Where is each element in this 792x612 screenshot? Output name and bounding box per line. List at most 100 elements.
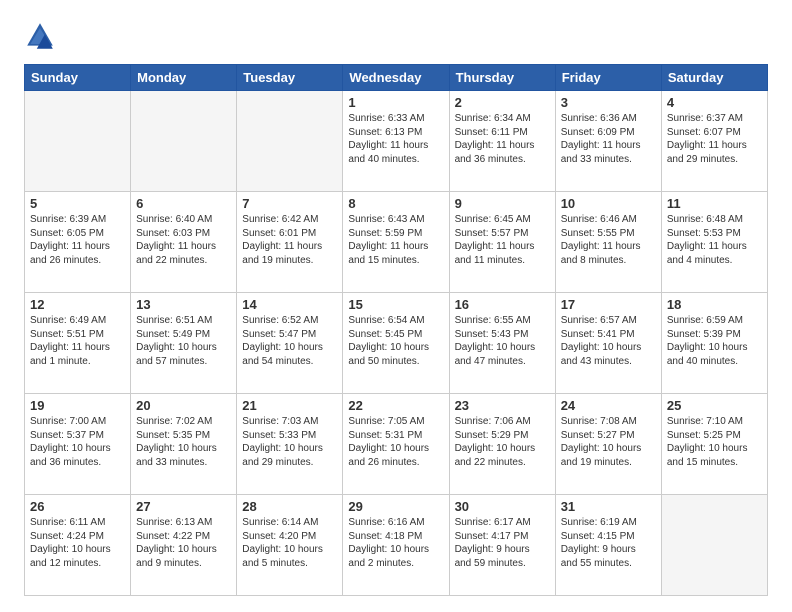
day-info: Sunrise: 6:33 AM Sunset: 6:13 PM Dayligh… <box>348 112 443 166</box>
day-info: Sunrise: 6:45 AM Sunset: 5:57 PM Dayligh… <box>455 213 550 267</box>
day-number: 10 <box>561 196 656 211</box>
weekday-tuesday: Tuesday <box>237 65 343 91</box>
calendar-cell: 29 Sunrise: 6:16 AM Sunset: 4:18 PM Dayli… <box>343 495 449 596</box>
day-info: Sunrise: 6:39 AM Sunset: 6:05 PM Dayligh… <box>30 213 125 267</box>
day-number: 5 <box>30 196 125 211</box>
calendar-cell: 18 Sunrise: 6:59 AM Sunset: 5:39 PM Dayli… <box>661 293 767 394</box>
day-number: 6 <box>136 196 231 211</box>
calendar-cell: 26 Sunrise: 6:11 AM Sunset: 4:24 PM Dayli… <box>25 495 131 596</box>
day-number: 20 <box>136 398 231 413</box>
calendar-cell: 6 Sunrise: 6:40 AM Sunset: 6:03 PM Daylig… <box>131 192 237 293</box>
day-info: Sunrise: 7:05 AM Sunset: 5:31 PM Dayligh… <box>348 415 443 469</box>
calendar-cell: 2Sunrise: 6:34 AM Sunset: 6:11 PM Daylig… <box>449 91 555 192</box>
day-number: 14 <box>242 297 337 312</box>
calendar-cell: 8Sunrise: 6:43 AM Sunset: 5:59 PM Daylig… <box>343 192 449 293</box>
calendar-cell: 7 Sunrise: 6:42 AM Sunset: 6:01 PM Daylig… <box>237 192 343 293</box>
day-info: Sunrise: 6:57 AM Sunset: 5:41 PM Dayligh… <box>561 314 656 368</box>
day-info: Sunrise: 6:11 AM Sunset: 4:24 PM Dayligh… <box>30 516 125 570</box>
day-info: Sunrise: 6:17 AM Sunset: 4:17 PM Dayligh… <box>455 516 550 570</box>
calendar-cell: 1 Sunrise: 6:33 AM Sunset: 6:13 PM Daylig… <box>343 91 449 192</box>
day-number: 21 <box>242 398 337 413</box>
day-info: Sunrise: 6:42 AM Sunset: 6:01 PM Dayligh… <box>242 213 337 267</box>
day-info: Sunrise: 6:14 AM Sunset: 4:20 PM Dayligh… <box>242 516 337 570</box>
calendar-cell: 4 Sunrise: 6:37 AM Sunset: 6:07 PM Daylig… <box>661 91 767 192</box>
calendar-cell: 13 Sunrise: 6:51 AM Sunset: 5:49 PM Dayli… <box>131 293 237 394</box>
calendar-cell: 19 Sunrise: 7:00 AM Sunset: 5:37 PM Dayli… <box>25 394 131 495</box>
day-info: Sunrise: 7:03 AM Sunset: 5:33 PM Dayligh… <box>242 415 337 469</box>
day-number: 7 <box>242 196 337 211</box>
day-info: Sunrise: 7:00 AM Sunset: 5:37 PM Dayligh… <box>30 415 125 469</box>
weekday-sunday: Sunday <box>25 65 131 91</box>
day-number: 25 <box>667 398 762 413</box>
weekday-saturday: Saturday <box>661 65 767 91</box>
logo <box>24 20 60 52</box>
calendar-cell: 14 Sunrise: 6:52 AM Sunset: 5:47 PM Dayli… <box>237 293 343 394</box>
day-info: Sunrise: 6:16 AM Sunset: 4:18 PM Dayligh… <box>348 516 443 570</box>
day-number: 19 <box>30 398 125 413</box>
day-number: 16 <box>455 297 550 312</box>
calendar-cell: 25 Sunrise: 7:10 AM Sunset: 5:25 PM Dayli… <box>661 394 767 495</box>
day-info: Sunrise: 7:02 AM Sunset: 5:35 PM Dayligh… <box>136 415 231 469</box>
header <box>24 20 768 52</box>
week-row-2: 5 Sunrise: 6:39 AM Sunset: 6:05 PM Daylig… <box>25 192 768 293</box>
week-row-1: 1 Sunrise: 6:33 AM Sunset: 6:13 PM Daylig… <box>25 91 768 192</box>
day-number: 4 <box>667 95 762 110</box>
day-info: Sunrise: 6:19 AM Sunset: 4:15 PM Dayligh… <box>561 516 656 570</box>
day-number: 22 <box>348 398 443 413</box>
weekday-thursday: Thursday <box>449 65 555 91</box>
day-number: 1 <box>348 95 443 110</box>
day-number: 26 <box>30 499 125 514</box>
calendar-cell: 17 Sunrise: 6:57 AM Sunset: 5:41 PM Dayli… <box>555 293 661 394</box>
calendar-cell: 16 Sunrise: 6:55 AM Sunset: 5:43 PM Dayli… <box>449 293 555 394</box>
day-info: Sunrise: 6:40 AM Sunset: 6:03 PM Dayligh… <box>136 213 231 267</box>
week-row-4: 19 Sunrise: 7:00 AM Sunset: 5:37 PM Dayli… <box>25 394 768 495</box>
day-info: Sunrise: 6:48 AM Sunset: 5:53 PM Dayligh… <box>667 213 762 267</box>
calendar-cell <box>661 495 767 596</box>
day-number: 28 <box>242 499 337 514</box>
day-info: Sunrise: 6:37 AM Sunset: 6:07 PM Dayligh… <box>667 112 762 166</box>
calendar-cell: 23 Sunrise: 7:06 AM Sunset: 5:29 PM Dayli… <box>449 394 555 495</box>
day-number: 12 <box>30 297 125 312</box>
day-info: Sunrise: 7:06 AM Sunset: 5:29 PM Dayligh… <box>455 415 550 469</box>
calendar-cell: 5 Sunrise: 6:39 AM Sunset: 6:05 PM Daylig… <box>25 192 131 293</box>
day-info: Sunrise: 6:34 AM Sunset: 6:11 PM Dayligh… <box>455 112 550 166</box>
calendar-cell: 21 Sunrise: 7:03 AM Sunset: 5:33 PM Dayli… <box>237 394 343 495</box>
calendar-cell <box>25 91 131 192</box>
calendar-cell <box>131 91 237 192</box>
calendar-cell: 15 Sunrise: 6:54 AM Sunset: 5:45 PM Dayli… <box>343 293 449 394</box>
logo-icon <box>24 20 56 52</box>
calendar-cell: 30 Sunrise: 6:17 AM Sunset: 4:17 PM Dayli… <box>449 495 555 596</box>
day-number: 15 <box>348 297 443 312</box>
day-number: 31 <box>561 499 656 514</box>
day-number: 18 <box>667 297 762 312</box>
day-number: 24 <box>561 398 656 413</box>
day-info: Sunrise: 6:36 AM Sunset: 6:09 PM Dayligh… <box>561 112 656 166</box>
day-number: 30 <box>455 499 550 514</box>
calendar-cell: 28 Sunrise: 6:14 AM Sunset: 4:20 PM Dayli… <box>237 495 343 596</box>
calendar-cell: 20 Sunrise: 7:02 AM Sunset: 5:35 PM Dayli… <box>131 394 237 495</box>
day-info: Sunrise: 6:43 AM Sunset: 5:59 PM Dayligh… <box>348 213 443 267</box>
weekday-monday: Monday <box>131 65 237 91</box>
day-info: Sunrise: 6:52 AM Sunset: 5:47 PM Dayligh… <box>242 314 337 368</box>
day-info: Sunrise: 6:55 AM Sunset: 5:43 PM Dayligh… <box>455 314 550 368</box>
day-number: 27 <box>136 499 231 514</box>
week-row-3: 12Sunrise: 6:49 AM Sunset: 5:51 PM Dayli… <box>25 293 768 394</box>
calendar-cell: 31 Sunrise: 6:19 AM Sunset: 4:15 PM Dayli… <box>555 495 661 596</box>
day-info: Sunrise: 6:59 AM Sunset: 5:39 PM Dayligh… <box>667 314 762 368</box>
calendar-cell: 12Sunrise: 6:49 AM Sunset: 5:51 PM Dayli… <box>25 293 131 394</box>
weekday-friday: Friday <box>555 65 661 91</box>
calendar-cell: 10Sunrise: 6:46 AM Sunset: 5:55 PM Dayli… <box>555 192 661 293</box>
day-info: Sunrise: 7:10 AM Sunset: 5:25 PM Dayligh… <box>667 415 762 469</box>
calendar-cell: 27 Sunrise: 6:13 AM Sunset: 4:22 PM Dayli… <box>131 495 237 596</box>
day-number: 23 <box>455 398 550 413</box>
day-info: Sunrise: 6:54 AM Sunset: 5:45 PM Dayligh… <box>348 314 443 368</box>
day-number: 17 <box>561 297 656 312</box>
day-number: 29 <box>348 499 443 514</box>
day-info: Sunrise: 6:13 AM Sunset: 4:22 PM Dayligh… <box>136 516 231 570</box>
day-number: 11 <box>667 196 762 211</box>
day-number: 13 <box>136 297 231 312</box>
day-number: 9 <box>455 196 550 211</box>
week-row-5: 26 Sunrise: 6:11 AM Sunset: 4:24 PM Dayli… <box>25 495 768 596</box>
day-info: Sunrise: 6:51 AM Sunset: 5:49 PM Dayligh… <box>136 314 231 368</box>
weekday-header-row: SundayMondayTuesdayWednesdayThursdayFrid… <box>25 65 768 91</box>
